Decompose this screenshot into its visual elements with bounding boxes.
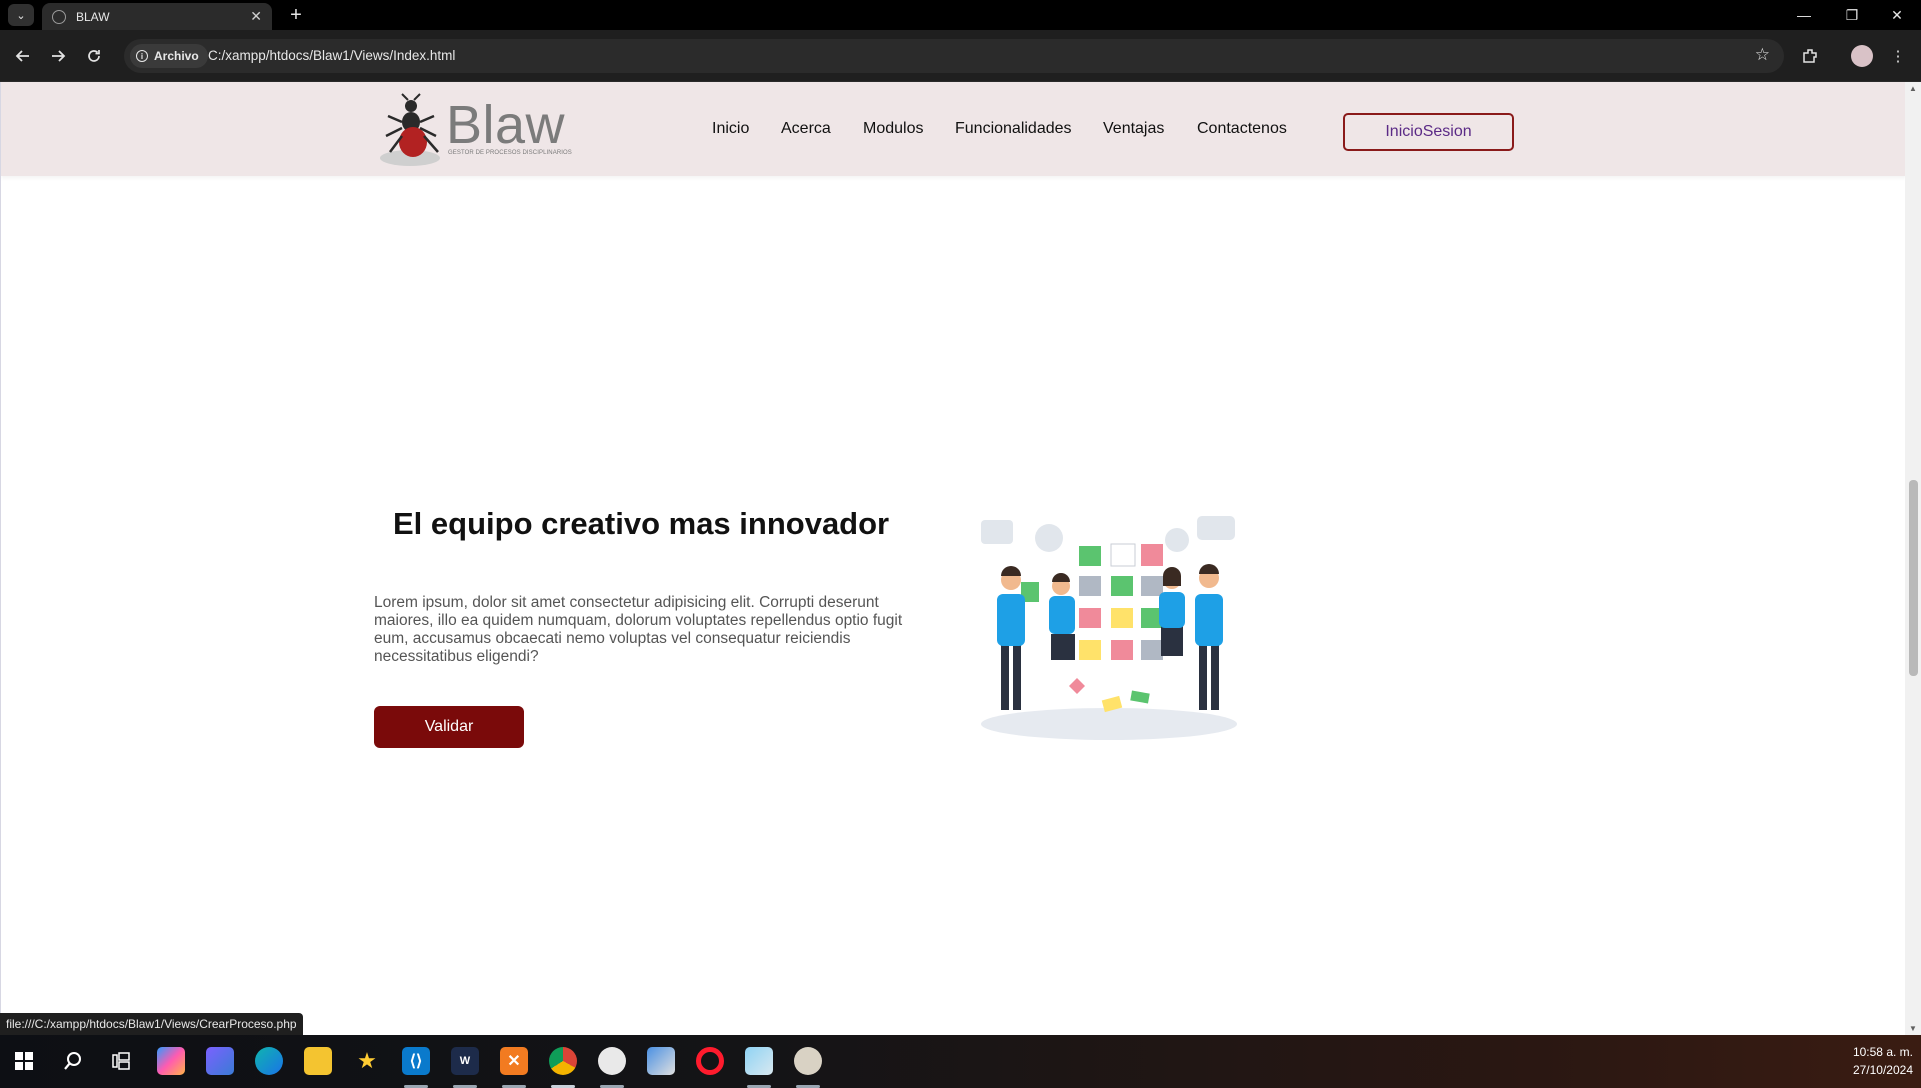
link-status-bubble: file:///C:/xampp/htdocs/Blaw1/Views/Crea… bbox=[0, 1013, 303, 1035]
paint-app-icon[interactable] bbox=[598, 1047, 626, 1075]
nav-link-modulos[interactable]: Modulos bbox=[863, 120, 923, 138]
logo-tagline: GESTOR DE PROCESOS DISCIPLINARIOS bbox=[448, 150, 572, 156]
blaw-logo[interactable]: Blaw GESTOR DE PROCESOS DISCIPLINARIOS bbox=[378, 92, 572, 168]
scrollbar-thumb[interactable] bbox=[1909, 480, 1918, 676]
edge-icon[interactable] bbox=[255, 1047, 283, 1075]
nav-link-contactenos[interactable]: Contactenos bbox=[1197, 120, 1287, 138]
url-text[interactable]: C:/xampp/htdocs/Blaw1/Views/Index.html bbox=[208, 48, 455, 63]
browser-tab-bar: ⌄ BLAW ✕ + — ❐ ✕ bbox=[0, 0, 1921, 30]
opera-icon[interactable] bbox=[696, 1047, 724, 1075]
vscode-icon[interactable]: ⟨⟩ bbox=[402, 1047, 430, 1075]
scroll-down-icon[interactable]: ▼ bbox=[1909, 1024, 1917, 1033]
logo-wordmark: Blaw bbox=[446, 95, 566, 155]
hero-description: Lorem ipsum, dolor sit amet consectetur … bbox=[374, 594, 903, 665]
tab-list-button[interactable]: ⌄ bbox=[8, 4, 34, 26]
address-bar[interactable]: i Archivo C:/xampp/htdocs/Blaw1/Views/In… bbox=[124, 39, 1784, 73]
paint-palette-icon[interactable] bbox=[794, 1047, 822, 1075]
validate-button[interactable]: Validar bbox=[374, 706, 524, 748]
arrow-left-icon bbox=[15, 50, 29, 62]
rider-icon[interactable]: W bbox=[451, 1047, 479, 1075]
reload-icon bbox=[88, 50, 100, 62]
site-info-label: Archivo bbox=[154, 49, 199, 63]
nav-link-inicio[interactable]: Inicio bbox=[712, 120, 749, 138]
scroll-up-icon[interactable]: ▲ bbox=[1909, 84, 1917, 93]
info-icon: i bbox=[136, 50, 148, 62]
restore-button[interactable]: ❐ bbox=[1832, 4, 1872, 26]
tab-close-icon[interactable]: ✕ bbox=[250, 8, 262, 25]
profile-avatar[interactable] bbox=[1849, 43, 1875, 69]
nav-link-funcionalidades[interactable]: Funcionalidades bbox=[955, 120, 1072, 138]
nav-link-acerca[interactable]: Acerca bbox=[781, 120, 831, 138]
arrow-right-icon bbox=[52, 50, 66, 62]
search-icon[interactable] bbox=[59, 1047, 87, 1075]
login-button[interactable]: InicioSesion bbox=[1343, 113, 1514, 151]
site-info-chip[interactable]: i Archivo bbox=[130, 44, 208, 68]
close-window-button[interactable]: ✕ bbox=[1877, 4, 1917, 26]
forward-button[interactable] bbox=[45, 43, 71, 69]
team-planning-illustration bbox=[981, 516, 1237, 740]
minimize-button[interactable]: — bbox=[1784, 4, 1824, 26]
extensions-icon[interactable] bbox=[1797, 43, 1823, 69]
ant-logo-icon bbox=[380, 93, 440, 166]
clock-time: 10:58 a. m. bbox=[1852, 1045, 1913, 1059]
copilot-icon[interactable] bbox=[157, 1047, 185, 1075]
hero-title: El equipo creativo mas innovador bbox=[393, 506, 890, 541]
clock-date: 27/10/2024 bbox=[1852, 1063, 1913, 1077]
windows-taskbar: ★ ⟨⟩ W ✕ 10:58 a. m. 27/10/2024 bbox=[0, 1035, 1921, 1088]
file-explorer-icon[interactable] bbox=[304, 1047, 332, 1075]
tab-title: BLAW bbox=[76, 9, 110, 24]
browser-menu-icon[interactable]: ⋮ bbox=[1885, 43, 1911, 69]
system-clock[interactable]: 10:58 a. m. 27/10/2024 bbox=[1853, 1043, 1913, 1079]
bookmark-star-icon[interactable]: ☆ bbox=[1755, 45, 1770, 65]
globe-icon bbox=[52, 9, 66, 24]
teams-icon[interactable] bbox=[206, 1047, 234, 1075]
site-header: Blaw GESTOR DE PROCESOS DISCIPLINARIOS I… bbox=[1, 82, 1905, 176]
back-button[interactable] bbox=[10, 43, 36, 69]
reload-button[interactable] bbox=[81, 43, 107, 69]
box-app-icon[interactable] bbox=[647, 1047, 675, 1075]
avatar bbox=[1851, 45, 1873, 67]
browser-toolbar: i Archivo C:/xampp/htdocs/Blaw1/Views/In… bbox=[0, 30, 1921, 82]
notes-app-icon[interactable] bbox=[745, 1047, 773, 1075]
task-view-icon[interactable] bbox=[107, 1047, 135, 1075]
page-viewport: Blaw GESTOR DE PROCESOS DISCIPLINARIOS I… bbox=[0, 82, 1905, 1035]
chrome-icon[interactable] bbox=[549, 1047, 577, 1075]
page-scrollbar[interactable]: ▲ ▼ bbox=[1905, 82, 1921, 1035]
xampp-icon[interactable]: ✕ bbox=[500, 1047, 528, 1075]
new-tab-button[interactable]: + bbox=[284, 3, 308, 27]
star-app-icon[interactable]: ★ bbox=[353, 1047, 381, 1075]
nav-link-ventajas[interactable]: Ventajas bbox=[1103, 120, 1164, 138]
browser-tab[interactable]: BLAW ✕ bbox=[42, 3, 272, 30]
windows-start-icon[interactable] bbox=[10, 1047, 38, 1075]
